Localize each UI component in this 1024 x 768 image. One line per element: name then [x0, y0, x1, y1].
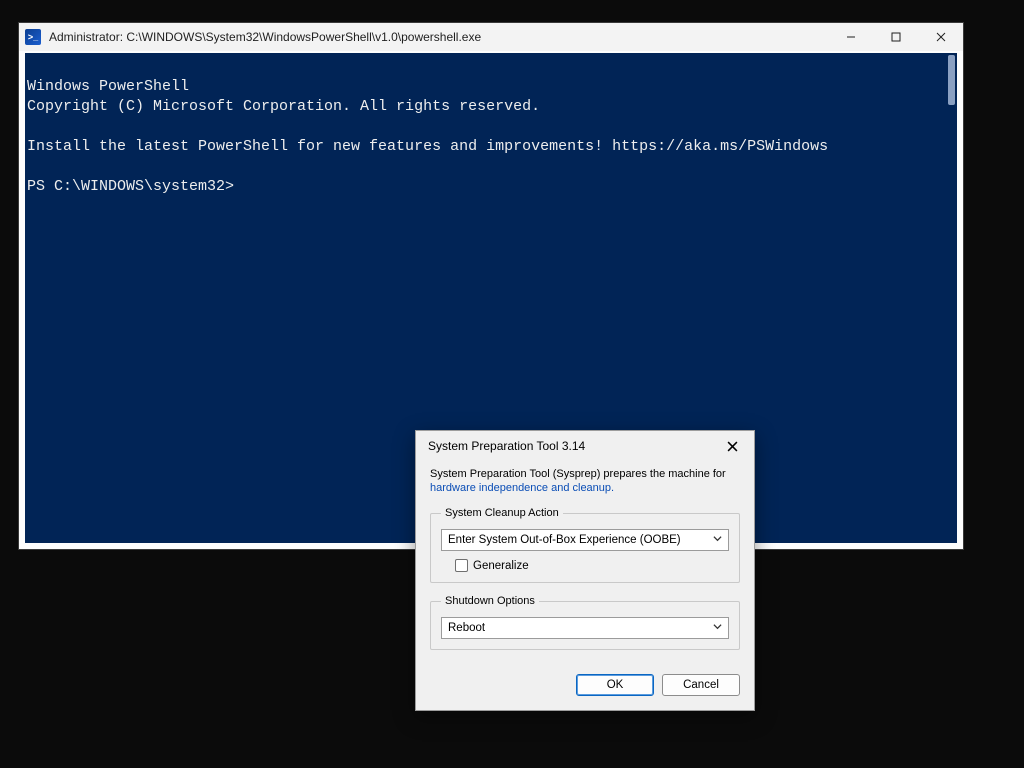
generalize-row[interactable]: Generalize: [441, 559, 729, 572]
shutdown-options-select[interactable]: Reboot: [441, 617, 729, 639]
console-line: Copyright (C) Microsoft Corporation. All…: [27, 98, 540, 115]
chevron-down-icon: [713, 534, 722, 546]
sysprep-dialog: System Preparation Tool 3.14 System Prep…: [415, 430, 755, 711]
close-button[interactable]: [918, 23, 963, 51]
close-icon[interactable]: [718, 435, 746, 457]
chevron-down-icon: [713, 622, 722, 634]
console-prompt: PS C:\WINDOWS\system32>: [27, 178, 234, 195]
generalize-checkbox[interactable]: [455, 559, 468, 572]
sysprep-body: System Preparation Tool (Sysprep) prepar…: [416, 461, 754, 674]
minimize-button[interactable]: [828, 23, 873, 51]
powershell-icon: >_: [25, 29, 41, 45]
description-link: hardware independence and cleanup.: [430, 482, 614, 494]
console-line: Windows PowerShell: [27, 78, 189, 95]
dialog-buttons: OK Cancel: [416, 674, 754, 710]
cancel-button[interactable]: Cancel: [662, 674, 740, 696]
system-cleanup-legend: System Cleanup Action: [441, 507, 563, 519]
system-cleanup-value: Enter System Out-of-Box Experience (OOBE…: [448, 534, 681, 546]
shutdown-options-legend: Shutdown Options: [441, 595, 539, 607]
sysprep-title: System Preparation Tool 3.14: [428, 439, 718, 453]
system-cleanup-select[interactable]: Enter System Out-of-Box Experience (OOBE…: [441, 529, 729, 551]
sysprep-titlebar[interactable]: System Preparation Tool 3.14: [416, 431, 754, 461]
shutdown-options-group: Shutdown Options Reboot: [430, 595, 740, 650]
system-cleanup-group: System Cleanup Action Enter System Out-o…: [430, 507, 740, 583]
powershell-titlebar[interactable]: >_ Administrator: C:\WINDOWS\System32\Wi…: [19, 23, 963, 51]
powershell-title: Administrator: C:\WINDOWS\System32\Windo…: [49, 30, 828, 44]
shutdown-options-value: Reboot: [448, 622, 485, 634]
window-controls: [828, 23, 963, 51]
sysprep-description: System Preparation Tool (Sysprep) prepar…: [430, 467, 740, 495]
console-line: Install the latest PowerShell for new fe…: [27, 138, 828, 155]
description-text: System Preparation Tool (Sysprep) prepar…: [430, 468, 726, 480]
ok-button[interactable]: OK: [576, 674, 654, 696]
maximize-button[interactable]: [873, 23, 918, 51]
scrollbar-thumb[interactable]: [948, 55, 955, 105]
generalize-label: Generalize: [473, 560, 529, 572]
